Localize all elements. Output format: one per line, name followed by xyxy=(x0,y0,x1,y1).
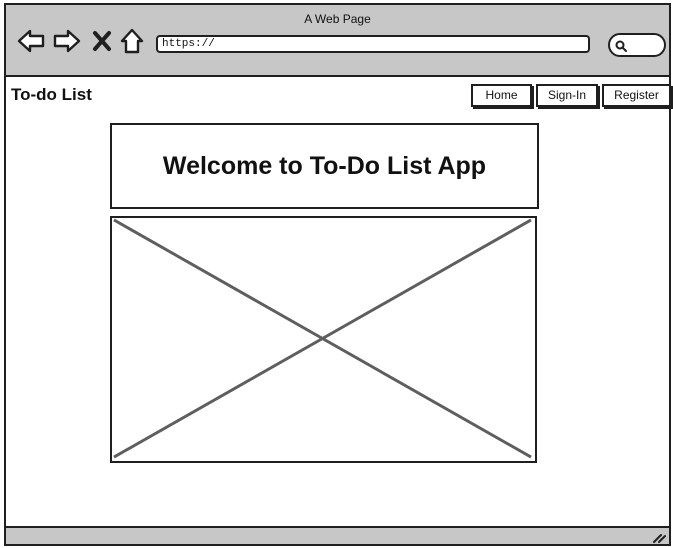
forward-arrow-icon[interactable] xyxy=(52,27,82,55)
browser-window: A Web Page https:// To-do List Home Sign… xyxy=(4,3,671,546)
url-input[interactable]: https:// xyxy=(156,35,590,53)
app-brand[interactable]: To-do List xyxy=(11,85,92,105)
home-icon[interactable] xyxy=(118,27,146,55)
sign-in-button[interactable]: Sign-In xyxy=(536,84,598,107)
browser-chrome: A Web Page https:// xyxy=(6,5,669,77)
welcome-banner: Welcome to To-Do List App xyxy=(110,123,539,209)
app-header: To-do List Home Sign-In Register xyxy=(6,77,671,111)
search-icon xyxy=(615,40,627,52)
home-button[interactable]: Home xyxy=(471,84,532,107)
back-arrow-icon[interactable] xyxy=(16,27,46,55)
placeholder-cross-icon xyxy=(113,218,532,459)
resize-grip-icon[interactable] xyxy=(652,531,666,543)
browser-search-field[interactable] xyxy=(608,33,666,57)
page-title: Welcome to To-Do List App xyxy=(162,151,487,180)
window-title: A Web Page xyxy=(304,12,371,26)
close-icon[interactable] xyxy=(90,27,114,55)
image-placeholder xyxy=(110,216,537,463)
register-button[interactable]: Register xyxy=(602,84,671,107)
status-bar xyxy=(6,526,669,544)
